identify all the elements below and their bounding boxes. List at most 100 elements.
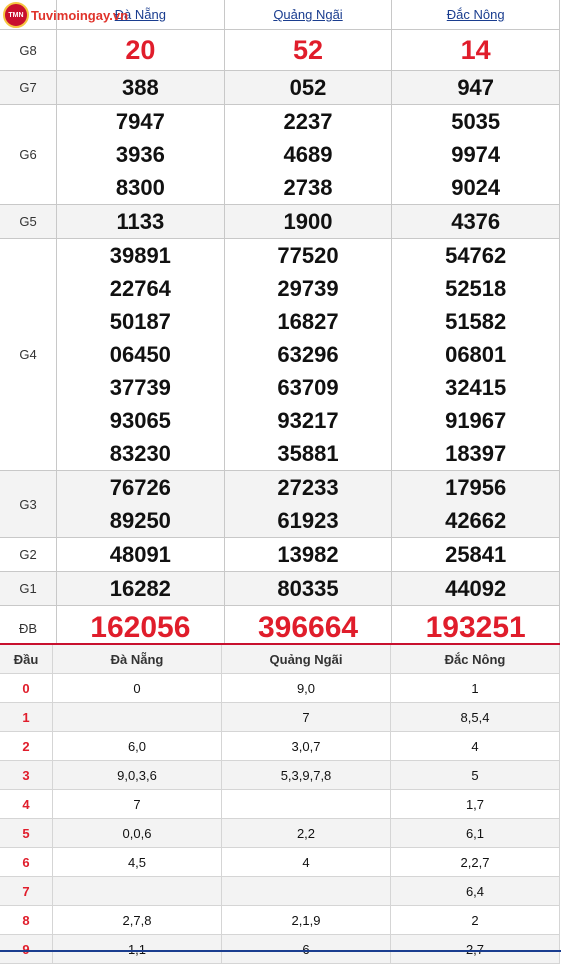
prize-number: 14 bbox=[460, 35, 491, 65]
prize-number: 48091 bbox=[109, 542, 171, 567]
prize-label: G6 bbox=[0, 105, 57, 204]
prize-number: 2738 bbox=[283, 175, 333, 200]
prize-cell: 14 bbox=[392, 30, 561, 70]
prize-row-g3: G3 76726 89250 27233 61923 17956 42662 bbox=[0, 471, 561, 538]
loto-rows: 0 0 9,0 1 1 7 8,5,4 2 6,0 3,0,7 4 3 9,0,3,6 5,3,9,7,8… bbox=[0, 674, 560, 964]
prize-cell: 7947 3936 8300 bbox=[57, 105, 225, 204]
prize-row-g5: G5 1133 1900 4376 bbox=[0, 205, 561, 239]
loto-cell: 2,2 bbox=[222, 819, 391, 847]
prize-cell: 052 bbox=[225, 71, 393, 104]
loto-cell: 6 bbox=[222, 935, 391, 963]
loto-cell: 2,7 bbox=[391, 935, 560, 963]
prize-label: G1 bbox=[0, 572, 57, 605]
loto-cell: 5 bbox=[391, 761, 560, 789]
loto-cell: 2 bbox=[391, 906, 560, 934]
loto-cell: 1,1 bbox=[53, 935, 222, 963]
loto-cell: 0,0,6 bbox=[53, 819, 222, 847]
prize-number: 16827 bbox=[277, 309, 339, 334]
prize-number: 18397 bbox=[445, 441, 507, 466]
loto-dau: 1 bbox=[0, 703, 53, 731]
prize-cell: 5035 9974 9024 bbox=[392, 105, 561, 204]
prize-cell: 80335 bbox=[225, 572, 393, 605]
loto-dau: 7 bbox=[0, 877, 53, 905]
loto-header-province: Quảng Ngãi bbox=[222, 645, 391, 673]
bottom-divider bbox=[0, 950, 561, 952]
prize-number: 52 bbox=[292, 35, 324, 65]
loto-cell: 2,1,9 bbox=[222, 906, 391, 934]
prize-number: 93217 bbox=[277, 408, 339, 433]
prize-number: 51582 bbox=[445, 309, 507, 334]
site-logo[interactable]: TMN Tuvimoingay.vn bbox=[3, 2, 128, 28]
loto-cell bbox=[222, 790, 391, 818]
prize-number: 1900 bbox=[283, 209, 333, 234]
prize-number: 052 bbox=[289, 75, 327, 100]
prize-number: 44092 bbox=[445, 576, 507, 601]
prize-cell: 76726 89250 bbox=[57, 471, 225, 537]
loto-cell: 6,0 bbox=[53, 732, 222, 760]
province-link[interactable]: Quảng Ngãi bbox=[273, 7, 342, 22]
prize-number: 83230 bbox=[109, 441, 171, 466]
province-link[interactable]: Đắc Nông bbox=[447, 7, 505, 22]
prize-cell: 54762 52518 51582 06801 32415 91967 18397 bbox=[392, 239, 561, 470]
prize-number: 9974 bbox=[451, 142, 501, 167]
prize-number: 54762 bbox=[445, 243, 507, 268]
prize-cell: 1900 bbox=[225, 205, 393, 238]
prize-number: 5035 bbox=[451, 109, 501, 134]
loto-cell: 2,2,7 bbox=[391, 848, 560, 876]
loto-row: 1 7 8,5,4 bbox=[0, 703, 560, 732]
prize-number: 06801 bbox=[445, 342, 507, 367]
loto-cell: 7 bbox=[222, 703, 391, 731]
prize-row-g4: G4 39891 22764 50187 06450 37739 93065 83230 775… bbox=[0, 239, 561, 471]
prize-number: 29739 bbox=[277, 276, 339, 301]
loto-row: 8 2,7,8 2,1,9 2 bbox=[0, 906, 560, 935]
prize-number: 37739 bbox=[109, 375, 171, 400]
loto-row: 4 7 1,7 bbox=[0, 790, 560, 819]
loto-header-dau: Đầu bbox=[0, 645, 53, 673]
prize-cell: 13982 bbox=[225, 538, 393, 571]
prize-label: G4 bbox=[0, 239, 57, 470]
prize-cell: 4376 bbox=[392, 205, 561, 238]
loto-row: 0 0 9,0 1 bbox=[0, 674, 560, 703]
loto-cell bbox=[53, 703, 222, 731]
prize-number: 2237 bbox=[283, 109, 333, 134]
loto-dau: 8 bbox=[0, 906, 53, 934]
loto-cell: 0 bbox=[53, 674, 222, 702]
province-header[interactable]: Quảng Ngãi bbox=[225, 0, 393, 29]
prize-cell: 16282 bbox=[57, 572, 225, 605]
loto-dau: 5 bbox=[0, 819, 53, 847]
loto-row: 6 4,5 4 2,2,7 bbox=[0, 848, 560, 877]
prize-number: 39891 bbox=[109, 243, 171, 268]
prize-number: 947 bbox=[457, 75, 495, 100]
prize-number: 20 bbox=[125, 35, 156, 65]
province-header[interactable]: Đắc Nông bbox=[392, 0, 561, 29]
prize-row-g7: G7 388 052 947 bbox=[0, 71, 561, 105]
loto-cell: 4 bbox=[222, 848, 391, 876]
prize-number: 388 bbox=[121, 75, 159, 100]
prize-number: 63296 bbox=[277, 342, 339, 367]
prize-number: 50187 bbox=[109, 309, 171, 334]
prize-number: 52518 bbox=[445, 276, 507, 301]
loto-dau: 0 bbox=[0, 674, 53, 702]
loto-cell bbox=[53, 877, 222, 905]
prize-number: 89250 bbox=[109, 508, 171, 533]
loto-row: 5 0,0,6 2,2 6,1 bbox=[0, 819, 560, 848]
loto-cell: 7 bbox=[53, 790, 222, 818]
prize-cell: 388 bbox=[57, 71, 225, 104]
prize-cell: 44092 bbox=[392, 572, 561, 605]
prize-cell: 39891 22764 50187 06450 37739 93065 83230 bbox=[57, 239, 225, 470]
loto-dau: 3 bbox=[0, 761, 53, 789]
prize-label: G5 bbox=[0, 205, 57, 238]
prize-number: 17956 bbox=[445, 475, 507, 500]
prize-number: 4376 bbox=[451, 209, 501, 234]
loto-cell: 8,5,4 bbox=[391, 703, 560, 731]
logo-text: Tuvimoingay.vn bbox=[31, 7, 129, 23]
prize-row-g6: G6 7947 3936 8300 2237 4689 2738 5035 9974 9024 bbox=[0, 105, 561, 205]
loto-header-province: Đắc Nông bbox=[391, 645, 560, 673]
prize-number: 3936 bbox=[115, 142, 165, 167]
loto-table: Đầu Đà Nẵng Quảng Ngãi Đắc Nông 0 0 9,0 1 1 7… bbox=[0, 643, 560, 964]
prize-number: 91967 bbox=[445, 408, 507, 433]
prize-row-g8: G8 20 52 14 bbox=[0, 30, 561, 71]
prize-number: 13982 bbox=[277, 542, 339, 567]
loto-cell: 4,5 bbox=[53, 848, 222, 876]
prize-number: 42662 bbox=[445, 508, 507, 533]
